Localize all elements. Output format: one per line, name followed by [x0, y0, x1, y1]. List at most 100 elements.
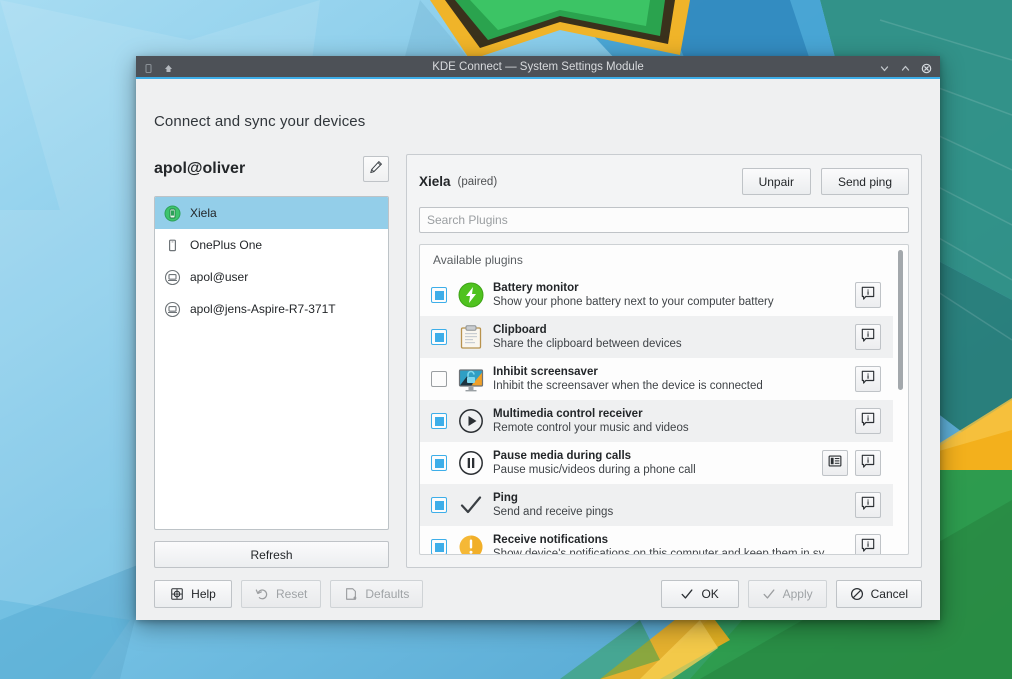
- cancel-button-label: Cancel: [871, 587, 908, 601]
- keep-above-icon[interactable]: [163, 61, 174, 72]
- selected-device-name: Xiela: [419, 174, 451, 189]
- refresh-button[interactable]: Refresh: [154, 541, 389, 568]
- plugin-checkbox[interactable]: [431, 455, 447, 471]
- plugin-info-button[interactable]: [855, 282, 881, 308]
- plugin-checkbox[interactable]: [431, 329, 447, 345]
- plugin-description: Inhibit the screensaver when the device …: [493, 379, 847, 394]
- maximize-button[interactable]: [900, 61, 911, 72]
- plugin-checkbox[interactable]: [431, 371, 447, 387]
- info-icon: [861, 412, 875, 431]
- plugin-row[interactable]: Pause media during calls Pause music/vid…: [420, 442, 893, 484]
- window-content: Connect and sync your devices apol@olive…: [136, 79, 940, 568]
- main-columns: apol@oliver: [154, 154, 922, 568]
- plugin-buttons: [822, 450, 893, 476]
- plugins-scroll-area: Available plugins: [420, 245, 893, 554]
- reset-button[interactable]: Reset: [241, 580, 321, 608]
- minimize-button[interactable]: [879, 61, 890, 72]
- plugin-checkbox[interactable]: [431, 413, 447, 429]
- configure-icon: [828, 454, 842, 473]
- defaults-button[interactable]: Defaults: [330, 580, 423, 608]
- plugin-info-button[interactable]: [855, 408, 881, 434]
- plugin-info-button[interactable]: [855, 324, 881, 350]
- button-bar-left: Help Reset Defaults: [154, 580, 423, 608]
- pencil-icon: [369, 160, 383, 179]
- device-label: Xiela: [190, 206, 217, 220]
- plugin-row[interactable]: Clipboard Share the clipboard between de…: [420, 316, 893, 358]
- info-icon: [861, 286, 875, 305]
- plugin-info-button[interactable]: [855, 492, 881, 518]
- plugin-text: Multimedia control receiver Remote contr…: [493, 407, 847, 436]
- device-list-item[interactable]: apol@user: [155, 261, 388, 293]
- plugin-text: Inhibit screensaver Inhibit the screensa…: [493, 365, 847, 394]
- plugins-scrollbar[interactable]: [893, 245, 908, 554]
- plugin-description: Show your phone battery next to your com…: [493, 295, 847, 310]
- plugin-row[interactable]: Battery monitor Show your phone battery …: [420, 274, 893, 316]
- cancel-button[interactable]: Cancel: [836, 580, 922, 608]
- plugin-row[interactable]: Multimedia control receiver Remote contr…: [420, 400, 893, 442]
- plugin-buttons: [855, 324, 893, 350]
- window-menu-icon[interactable]: [143, 61, 154, 72]
- rename-button[interactable]: [363, 156, 389, 182]
- info-icon: [861, 538, 875, 555]
- titlebar-window-controls: [879, 61, 940, 72]
- help-button-label: Help: [191, 587, 216, 601]
- device-header: Xiela (paired) Unpair Send ping: [419, 167, 909, 196]
- device-label: apol@jens-Aspire-R7-371T: [190, 302, 336, 316]
- help-icon: [170, 587, 184, 601]
- plugin-info-button[interactable]: [855, 366, 881, 392]
- plugin-description: Pause music/videos during a phone call: [493, 463, 814, 478]
- plugin-row[interactable]: Receive notifications Show device's noti…: [420, 526, 893, 554]
- plugin-name: Multimedia control receiver: [493, 407, 847, 421]
- apply-button[interactable]: Apply: [748, 580, 827, 608]
- plugin-text: Clipboard Share the clipboard between de…: [493, 323, 847, 352]
- search-plugins-input[interactable]: [419, 207, 909, 233]
- unpair-button[interactable]: Unpair: [742, 168, 811, 195]
- info-icon: [861, 328, 875, 347]
- plugin-name: Battery monitor: [493, 281, 847, 295]
- plugin-description: Share the clipboard between devices: [493, 337, 847, 352]
- computer-icon: [164, 301, 181, 318]
- plugin-config-button[interactable]: [822, 450, 848, 476]
- computer-icon: [164, 269, 181, 286]
- device-list-item[interactable]: OnePlus One: [155, 229, 388, 261]
- plugin-text: Battery monitor Show your phone battery …: [493, 281, 847, 310]
- notification-icon: [458, 534, 484, 554]
- plugin-text: Pause media during calls Pause music/vid…: [493, 449, 814, 478]
- battery-icon: [458, 282, 484, 308]
- dialog-button-bar: Help Reset Defaults: [136, 568, 940, 620]
- plugin-row[interactable]: Inhibit screensaver Inhibit the screensa…: [420, 358, 893, 400]
- plugin-name: Ping: [493, 491, 847, 505]
- plugin-checkbox[interactable]: [431, 539, 447, 554]
- play-circle-icon: [458, 408, 484, 434]
- send-ping-button[interactable]: Send ping: [821, 168, 909, 195]
- scrollbar-thumb[interactable]: [898, 250, 903, 390]
- info-icon: [861, 370, 875, 389]
- plugin-buttons: [855, 492, 893, 518]
- plugins-header: Available plugins: [420, 245, 893, 274]
- help-button[interactable]: Help: [154, 580, 232, 608]
- kde-connect-window: KDE Connect — System Settings Module Con…: [136, 56, 940, 620]
- plugin-name: Clipboard: [493, 323, 847, 337]
- screensaver-icon: [458, 366, 484, 392]
- cancel-icon: [850, 587, 864, 601]
- smartphone-connected-icon: [164, 205, 181, 222]
- account-name: apol@oliver: [154, 160, 245, 178]
- pairing-status: (paired): [458, 176, 498, 188]
- page-title: Connect and sync your devices: [154, 113, 922, 130]
- plugin-checkbox[interactable]: [431, 497, 447, 513]
- plugin-info-button[interactable]: [855, 450, 881, 476]
- plugin-info-button[interactable]: [855, 534, 881, 554]
- plugin-row[interactable]: Ping Send and receive pings: [420, 484, 893, 526]
- check-icon: [458, 492, 484, 518]
- close-button[interactable]: [921, 61, 932, 72]
- device-list-item[interactable]: Xiela: [155, 197, 388, 229]
- plugin-checkbox[interactable]: [431, 287, 447, 303]
- apply-button-label: Apply: [783, 587, 813, 601]
- window-title: KDE Connect — System Settings Module: [136, 61, 940, 73]
- device-list-item[interactable]: apol@jens-Aspire-R7-371T: [155, 293, 388, 325]
- titlebar-left-icons: [136, 61, 174, 72]
- device-list[interactable]: Xiela OnePlus One: [154, 196, 389, 530]
- window-titlebar[interactable]: KDE Connect — System Settings Module: [136, 56, 940, 79]
- ok-button[interactable]: OK: [661, 580, 739, 608]
- plugin-buttons: [855, 366, 893, 392]
